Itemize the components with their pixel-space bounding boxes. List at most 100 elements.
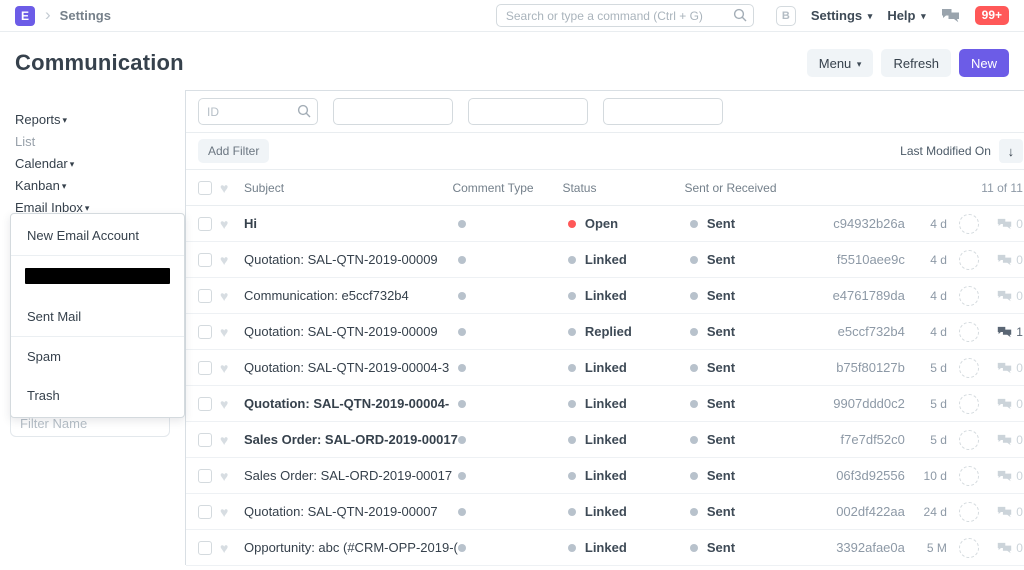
row-checkbox[interactable]	[198, 541, 212, 555]
status-dot	[568, 472, 576, 480]
heart-icon[interactable]: ♥	[220, 361, 236, 375]
filter-input-3[interactable]	[468, 98, 588, 125]
row-checkbox[interactable]	[198, 289, 212, 303]
row-checkbox[interactable]	[198, 217, 212, 231]
heart-icon[interactable]: ♥	[220, 433, 236, 447]
row-checkbox[interactable]	[198, 469, 212, 483]
chevron-down-icon: ▾	[70, 159, 75, 169]
row-subject[interactable]: Quotation: SAL-QTN-2019-00004-	[244, 396, 458, 411]
row-modified-age: 24 d	[905, 505, 947, 519]
row-id-link[interactable]: b75f80127b	[820, 360, 905, 375]
add-filter-button[interactable]: Add Filter	[198, 139, 269, 163]
comment-type-cell	[458, 504, 568, 519]
row-subject[interactable]: Quotation: SAL-QTN-2019-00009	[244, 324, 458, 339]
table-row[interactable]: ♥ Quotation: SAL-QTN-2019-00009 Replied …	[186, 314, 1024, 350]
row-checkbox[interactable]	[198, 325, 212, 339]
row-subject[interactable]: Quotation: SAL-QTN-2019-00007	[244, 504, 458, 519]
table-row[interactable]: ♥ Quotation: SAL-QTN-2019-00009 Linked S…	[186, 242, 1024, 278]
row-id-link[interactable]: 002df422aa	[820, 504, 905, 519]
navbar-right: B Settings ▾ Help ▾ 99+	[776, 6, 1009, 26]
filter-input-4[interactable]	[603, 98, 723, 125]
sidebar-item-calendar[interactable]: Calendar▾	[15, 154, 170, 176]
heart-icon[interactable]: ♥	[220, 325, 236, 339]
row-checkbox[interactable]	[198, 361, 212, 375]
row-id-link[interactable]: 3392afae0a	[820, 540, 905, 555]
direction-dot	[690, 472, 698, 480]
select-all-checkbox[interactable]	[198, 181, 212, 195]
comment-icon	[997, 362, 1012, 374]
help-menu[interactable]: Help ▾	[887, 8, 925, 23]
row-checkbox[interactable]	[198, 433, 212, 447]
table-row[interactable]: ♥ Opportunity: abc (#CRM-OPP-2019-( Link…	[186, 530, 1024, 566]
comment-type-cell	[458, 288, 568, 303]
table-row[interactable]: ♥ Quotation: SAL-QTN-2019-00004- Linked …	[186, 386, 1024, 422]
row-subject[interactable]: Sales Order: SAL-ORD-2019-00017	[244, 432, 458, 447]
heart-icon[interactable]: ♥	[220, 469, 236, 483]
row-checkbox[interactable]	[198, 397, 212, 411]
header-subject: Subject	[244, 181, 452, 195]
comment-icon	[997, 254, 1012, 266]
row-checkbox[interactable]	[198, 505, 212, 519]
table-row[interactable]: ♥ Communication: e5ccf732b4 Linked Sent …	[186, 278, 1024, 314]
table-row[interactable]: ♥ Quotation: SAL-QTN-2019-00007 Linked S…	[186, 494, 1024, 530]
menu-item-spam[interactable]: Spam	[11, 337, 184, 376]
table-row[interactable]: ♥ Sales Order: SAL-ORD-2019-00017 Linked…	[186, 422, 1024, 458]
status-dot	[568, 292, 576, 300]
sidebar-item-kanban[interactable]: Kanban▾	[15, 176, 170, 198]
row-id-link[interactable]: e4761789da	[820, 288, 905, 303]
heart-icon[interactable]: ♥	[220, 289, 236, 303]
heart-icon[interactable]: ♥	[220, 181, 236, 195]
sidebar-item-list[interactable]: List	[15, 132, 170, 154]
settings-menu[interactable]: Settings ▾	[811, 8, 872, 23]
comment-type-dot	[458, 292, 466, 300]
status-cell: Replied	[568, 324, 690, 339]
notification-badge[interactable]: 99+	[975, 6, 1009, 25]
row-id-link[interactable]: 9907ddd0c2	[820, 396, 905, 411]
row-id-link[interactable]: e5ccf732b4	[820, 324, 905, 339]
sort-by-label[interactable]: Last Modified On	[900, 144, 991, 158]
menu-button[interactable]: Menu ▾	[807, 49, 874, 77]
sort-direction-button[interactable]: ↓	[999, 139, 1023, 163]
sidebar-item-reports[interactable]: Reports▾	[15, 110, 170, 132]
redacted-email-account-item[interactable]	[25, 268, 170, 284]
row-subject[interactable]: Opportunity: abc (#CRM-OPP-2019-(	[244, 540, 458, 555]
comment-type-dot	[458, 256, 466, 264]
status-dot	[568, 364, 576, 372]
heart-icon[interactable]: ♥	[220, 505, 236, 519]
chat-icon[interactable]	[941, 8, 960, 23]
app-logo[interactable]: E	[15, 6, 35, 26]
row-id-link[interactable]: 06f3d92556	[820, 468, 905, 483]
record-count: 11 of 11	[814, 181, 1022, 195]
row-subject[interactable]: Hi	[244, 216, 458, 231]
row-subject[interactable]: Quotation: SAL-QTN-2019-00009	[244, 252, 458, 267]
breadcrumb[interactable]: Settings	[60, 8, 111, 23]
heart-icon[interactable]: ♥	[220, 397, 236, 411]
row-id-link[interactable]: c94932b26a	[820, 216, 905, 231]
table-row[interactable]: ♥ Hi Open Sent c94932b26a 4 d 0	[186, 206, 1024, 242]
menu-item-new-email-account[interactable]: New Email Account	[11, 216, 184, 255]
table-row[interactable]: ♥ Quotation: SAL-QTN-2019-00004-3 Linked…	[186, 350, 1024, 386]
heart-icon[interactable]: ♥	[220, 253, 236, 267]
table-row[interactable]: ♥ Sales Order: SAL-ORD-2019-00017 Linked…	[186, 458, 1024, 494]
heart-icon[interactable]: ♥	[220, 541, 236, 555]
menu-item-sent-mail[interactable]: Sent Mail	[11, 297, 184, 336]
chevron-down-icon: ▾	[857, 59, 862, 69]
chevron-down-icon: ▾	[921, 11, 926, 21]
page-head: Communication Menu ▾ Refresh New	[0, 32, 1024, 90]
refresh-button[interactable]: Refresh	[881, 49, 951, 77]
status-dot	[568, 328, 576, 336]
row-id-link[interactable]: f7e7df52c0	[820, 432, 905, 447]
row-id-link[interactable]: f5510aee9c	[820, 252, 905, 267]
search-input[interactable]	[496, 4, 754, 27]
user-avatar[interactable]: B	[776, 6, 796, 26]
filter-input-2[interactable]	[333, 98, 453, 125]
menu-item-trash[interactable]: Trash	[11, 376, 184, 415]
new-button[interactable]: New	[959, 49, 1009, 77]
row-checkbox[interactable]	[198, 253, 212, 267]
row-subject[interactable]: Quotation: SAL-QTN-2019-00004-3	[244, 360, 458, 375]
heart-icon[interactable]: ♥	[220, 217, 236, 231]
direction-cell: Sent	[690, 324, 820, 339]
row-subject[interactable]: Sales Order: SAL-ORD-2019-00017	[244, 468, 458, 483]
standard-filters	[186, 91, 1024, 133]
row-subject[interactable]: Communication: e5ccf732b4	[244, 288, 458, 303]
